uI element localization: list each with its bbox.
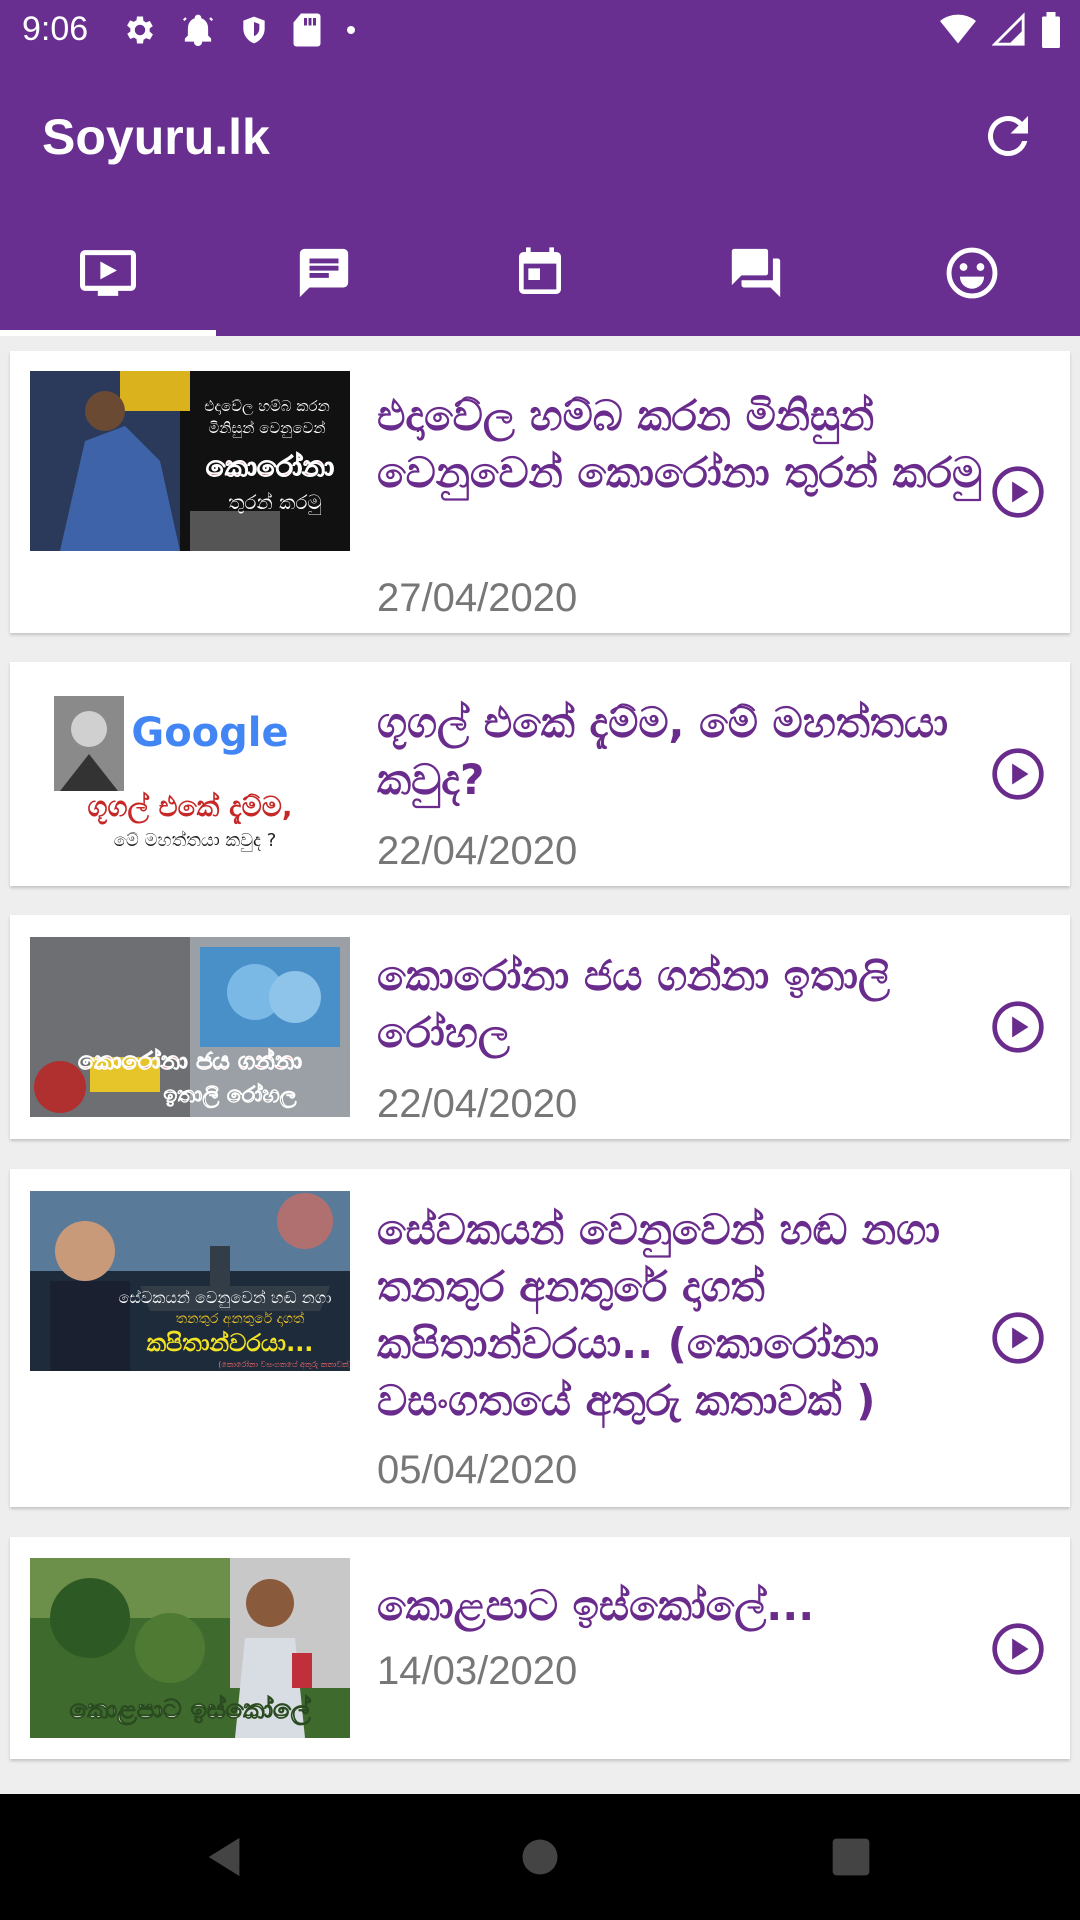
play-circle-icon[interactable] xyxy=(990,746,1046,802)
article-card[interactable]: Google ගූගල් එකේ දැම්ම, මේ මහත්තයා කවුද … xyxy=(10,662,1070,886)
article-title[interactable]: ගූගල් එකේ දැම්ම, මේ මහත්තයා කවුද? xyxy=(377,694,997,808)
dot-icon xyxy=(347,26,355,34)
message-tab-icon xyxy=(299,248,349,298)
signal-icon xyxy=(992,12,1025,46)
smiley-tab-icon xyxy=(946,247,998,299)
article-date: 22/04/2020 xyxy=(377,829,578,873)
thumb-text: කොරෝනා ජය ගන්නා xyxy=(78,1047,302,1075)
thumb-text: කොළපාට ඉස්කෝලේ xyxy=(70,1695,312,1726)
shield-icon xyxy=(243,16,265,44)
selected-tab-indicator xyxy=(0,330,216,336)
thumb-text: එදාවේල හම්බ කරන xyxy=(204,397,330,415)
alarm-icon xyxy=(182,14,214,47)
thumb-text: කොරෝනා xyxy=(206,450,334,483)
article-thumbnail[interactable]: කොරෝනා ජය ගන්නා ඉතාලි රෝහල xyxy=(30,937,350,1117)
tab-videos[interactable] xyxy=(0,210,216,336)
thumb-text: කපිතාන්වරයා... xyxy=(147,1329,314,1357)
back-icon[interactable] xyxy=(203,1834,249,1880)
play-circle-icon[interactable] xyxy=(990,999,1046,1055)
thumb-text: මේ මහත්තයා කවුද ? xyxy=(114,830,277,851)
status-icons-left xyxy=(122,12,358,48)
tab-calendar[interactable] xyxy=(432,210,648,336)
system-nav-bar xyxy=(0,1794,1080,1920)
article-date: 05/04/2020 xyxy=(377,1448,578,1492)
status-bar: 9:06 xyxy=(0,0,1080,64)
thumb-text: ගූගල් එකේ දැම්ම, xyxy=(88,790,293,825)
play-circle-icon[interactable] xyxy=(990,464,1046,520)
battery-icon xyxy=(1042,12,1060,48)
article-title[interactable]: කොරෝනා ජය ගන්නා ඉතාලි රෝහල xyxy=(377,947,997,1061)
app-bar: Soyuru.lk xyxy=(0,64,1080,210)
forum-tab-icon xyxy=(731,248,781,298)
tab-messages[interactable] xyxy=(216,210,432,336)
wifi-icon xyxy=(940,14,976,44)
status-time: 9:06 xyxy=(22,10,89,48)
thumb-text: ඉතාලි රෝහල xyxy=(164,1082,297,1109)
article-card[interactable]: සේවකයන් වෙනුවෙන් හඬ නගා තනතුර අනතුරේ දාග… xyxy=(10,1169,1070,1507)
tab-bar xyxy=(0,210,1080,336)
article-thumbnail[interactable]: සේවකයන් වෙනුවෙන් හඬ නගා තනතුර අනතුරේ දාග… xyxy=(30,1191,350,1371)
play-circle-icon[interactable] xyxy=(990,1621,1046,1677)
home-icon[interactable] xyxy=(519,1834,561,1880)
article-date: 14/03/2020 xyxy=(377,1649,578,1693)
thumb-text: තනතුර අනතුරේ දාගත් xyxy=(176,1311,305,1328)
article-card[interactable]: කොළපාට ඉස්කෝලේ කොළපාට ඉස්කෝලේ... 14/03/2… xyxy=(10,1537,1070,1759)
tab-forum[interactable] xyxy=(648,210,864,336)
calendar-tab-icon xyxy=(519,247,561,294)
article-thumbnail[interactable]: Google ගූගල් එකේ දැම්ම, මේ මහත්තයා කවුද … xyxy=(30,684,350,864)
article-date: 22/04/2020 xyxy=(377,1082,578,1126)
sd-card-icon xyxy=(293,13,321,47)
thumb-text: සේවකයන් වෙනුවෙන් හඬ නගා xyxy=(118,1288,331,1308)
app-title: Soyuru.lk xyxy=(42,109,270,165)
video-tab-icon xyxy=(80,250,136,296)
status-icons-right xyxy=(938,12,1062,48)
article-title[interactable]: සේවකයන් වෙනුවෙන් හඬ නගා තනතුර අනතුරේ දාග… xyxy=(377,1201,997,1429)
thumb-text: (කොරෝනා වසංගතයේ අතුරු කතාවක්) xyxy=(218,1359,350,1370)
article-date: 27/04/2020 xyxy=(377,576,578,620)
thumb-text: තුරන් කරමු xyxy=(228,490,322,516)
tab-fun[interactable] xyxy=(864,210,1080,336)
article-thumbnail[interactable]: කොළපාට ඉස්කෝලේ xyxy=(30,1558,350,1738)
thumb-text: Google xyxy=(131,710,288,756)
settings-icon xyxy=(127,16,153,44)
refresh-icon[interactable] xyxy=(978,106,1038,166)
article-card[interactable]: කොරෝනා ජය ගන්නා ඉතාලි රෝහල කොරෝනා ජය ගන්… xyxy=(10,915,1070,1139)
play-circle-icon[interactable] xyxy=(990,1310,1046,1366)
article-title[interactable]: කොළපාට ඉස්කෝලේ... xyxy=(377,1577,997,1634)
thumb-text: මිනිසුන් වෙනුවෙන් xyxy=(208,419,325,438)
article-title[interactable]: එදාවේල හම්බ කරන මිනිසුන් වෙනුවෙන් කොරෝනා… xyxy=(377,387,997,501)
article-thumbnail[interactable]: එදාවේල හම්බ කරන මිනිසුන් වෙනුවෙන් කොරෝනා… xyxy=(30,371,350,551)
article-card[interactable]: එදාවේල හම්බ කරන මිනිසුන් වෙනුවෙන් කොරෝනා… xyxy=(10,351,1070,633)
recents-icon[interactable] xyxy=(829,1834,873,1880)
